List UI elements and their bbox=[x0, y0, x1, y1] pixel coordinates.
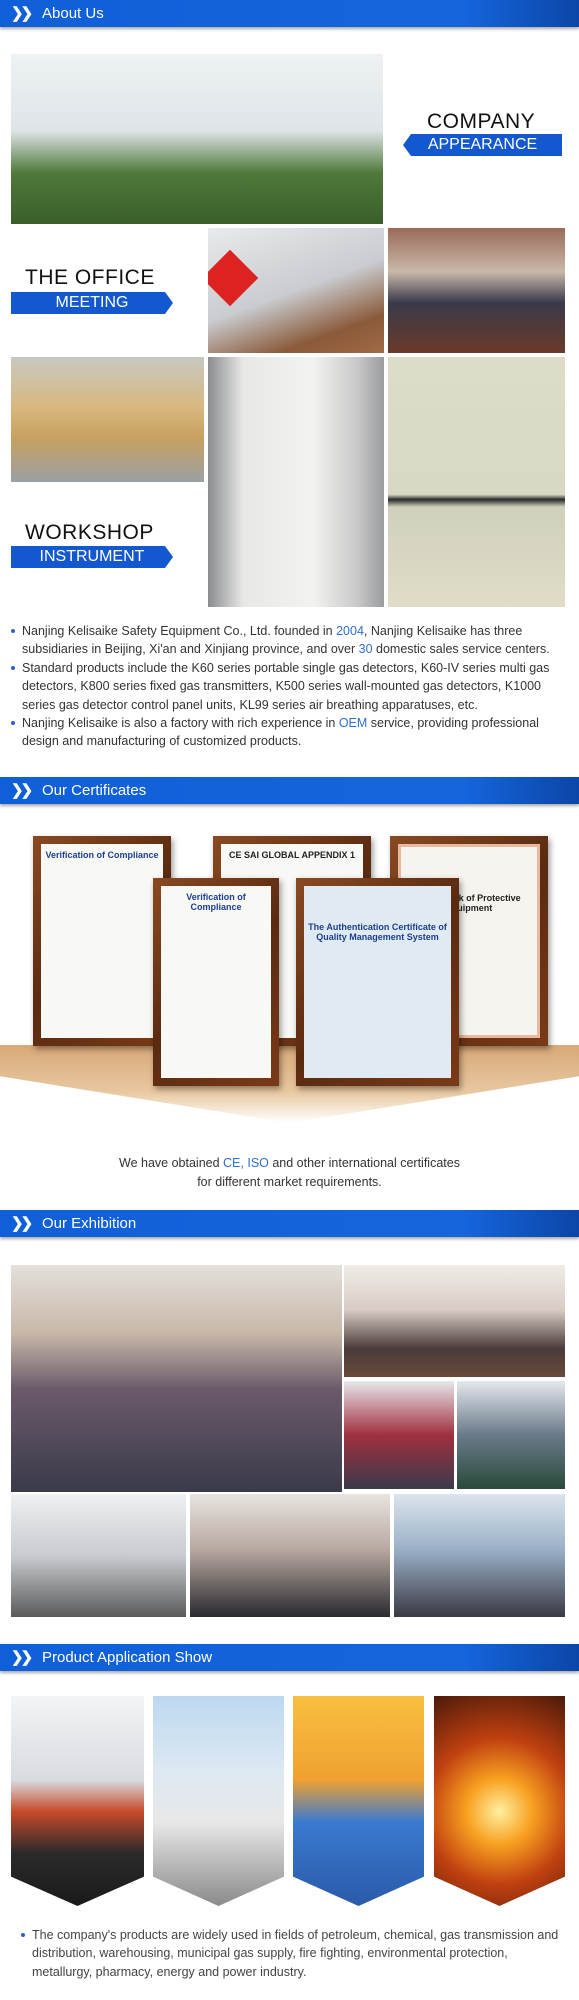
certificate-frame: Verification of Compliance bbox=[33, 836, 171, 1046]
meeting-room-photo bbox=[388, 228, 565, 353]
section-header-exhibition: ❯❯ Our Exhibition bbox=[0, 1210, 579, 1237]
bullet-item: The company's products are widely used i… bbox=[20, 1926, 565, 1981]
exhibition-hall-photo bbox=[190, 1494, 390, 1617]
gas-test-panel-photo bbox=[388, 357, 565, 607]
section-title: Our Exhibition bbox=[42, 1215, 137, 1232]
warehouse-photo bbox=[11, 357, 204, 482]
mining-excavator-photo bbox=[11, 1696, 144, 1906]
certificate-frame: The Authentication Certificate of Qualit… bbox=[296, 878, 459, 1086]
about-bullets: Nanjing Kelisaike Safety Equipment Co., … bbox=[10, 622, 575, 751]
exhibition-booth-photo bbox=[344, 1265, 565, 1377]
exhibition-stand-photo bbox=[457, 1381, 565, 1489]
label-appearance: APPEARANCE bbox=[403, 134, 562, 156]
double-chevron-icon: ❯❯ bbox=[11, 1215, 33, 1232]
office-lobby-photo bbox=[208, 228, 384, 353]
bullet-item: Nanjing Kelisaike Safety Equipment Co., … bbox=[10, 622, 575, 659]
label-meeting: MEETING bbox=[11, 292, 173, 314]
label-the-office: THE OFFICE bbox=[25, 266, 155, 289]
certificate-frame: Verification of Compliance bbox=[153, 878, 279, 1086]
certificates-text-line1: We have obtained CE, ISO and other inter… bbox=[119, 1156, 460, 1170]
wood-shelf bbox=[0, 1045, 579, 1123]
double-chevron-icon: ❯❯ bbox=[11, 782, 33, 799]
gas-storage-tank-photo bbox=[153, 1696, 284, 1906]
label-company: COMPANY bbox=[427, 110, 536, 133]
exhibition-visitors-photo bbox=[344, 1381, 454, 1489]
double-chevron-icon: ❯❯ bbox=[11, 5, 33, 22]
section-header-application: ❯❯ Product Application Show bbox=[0, 1644, 579, 1671]
label-instrument: INSTRUMENT bbox=[11, 546, 173, 568]
test-chamber-instrument-photo bbox=[208, 357, 384, 607]
application-bullets: The company's products are widely used i… bbox=[20, 1926, 565, 1981]
bullet-item: Nanjing Kelisaike is also a factory with… bbox=[10, 714, 575, 751]
section-title: Our Certificates bbox=[42, 782, 147, 799]
exhibition-demo-photo bbox=[11, 1494, 186, 1617]
certificates-text-line2: for different market requirements. bbox=[197, 1175, 382, 1189]
section-header-about: ❯❯ About Us bbox=[0, 0, 579, 27]
company-building-photo bbox=[11, 54, 383, 224]
section-title: Product Application Show bbox=[42, 1649, 213, 1666]
company-logo bbox=[208, 249, 259, 307]
metallurgy-furnace-photo bbox=[434, 1696, 565, 1906]
section-title: About Us bbox=[42, 5, 104, 22]
bullet-item: Standard products include the K60 series… bbox=[10, 659, 575, 714]
label-workshop: WORKSHOP bbox=[25, 521, 154, 544]
exhibition-group-photo bbox=[11, 1265, 342, 1492]
oil-pump-jack-photo bbox=[293, 1696, 424, 1906]
double-chevron-icon: ❯❯ bbox=[11, 1649, 33, 1666]
exhibition-meeting-photo bbox=[394, 1494, 565, 1617]
section-header-certificates: ❯❯ Our Certificates bbox=[0, 777, 579, 804]
